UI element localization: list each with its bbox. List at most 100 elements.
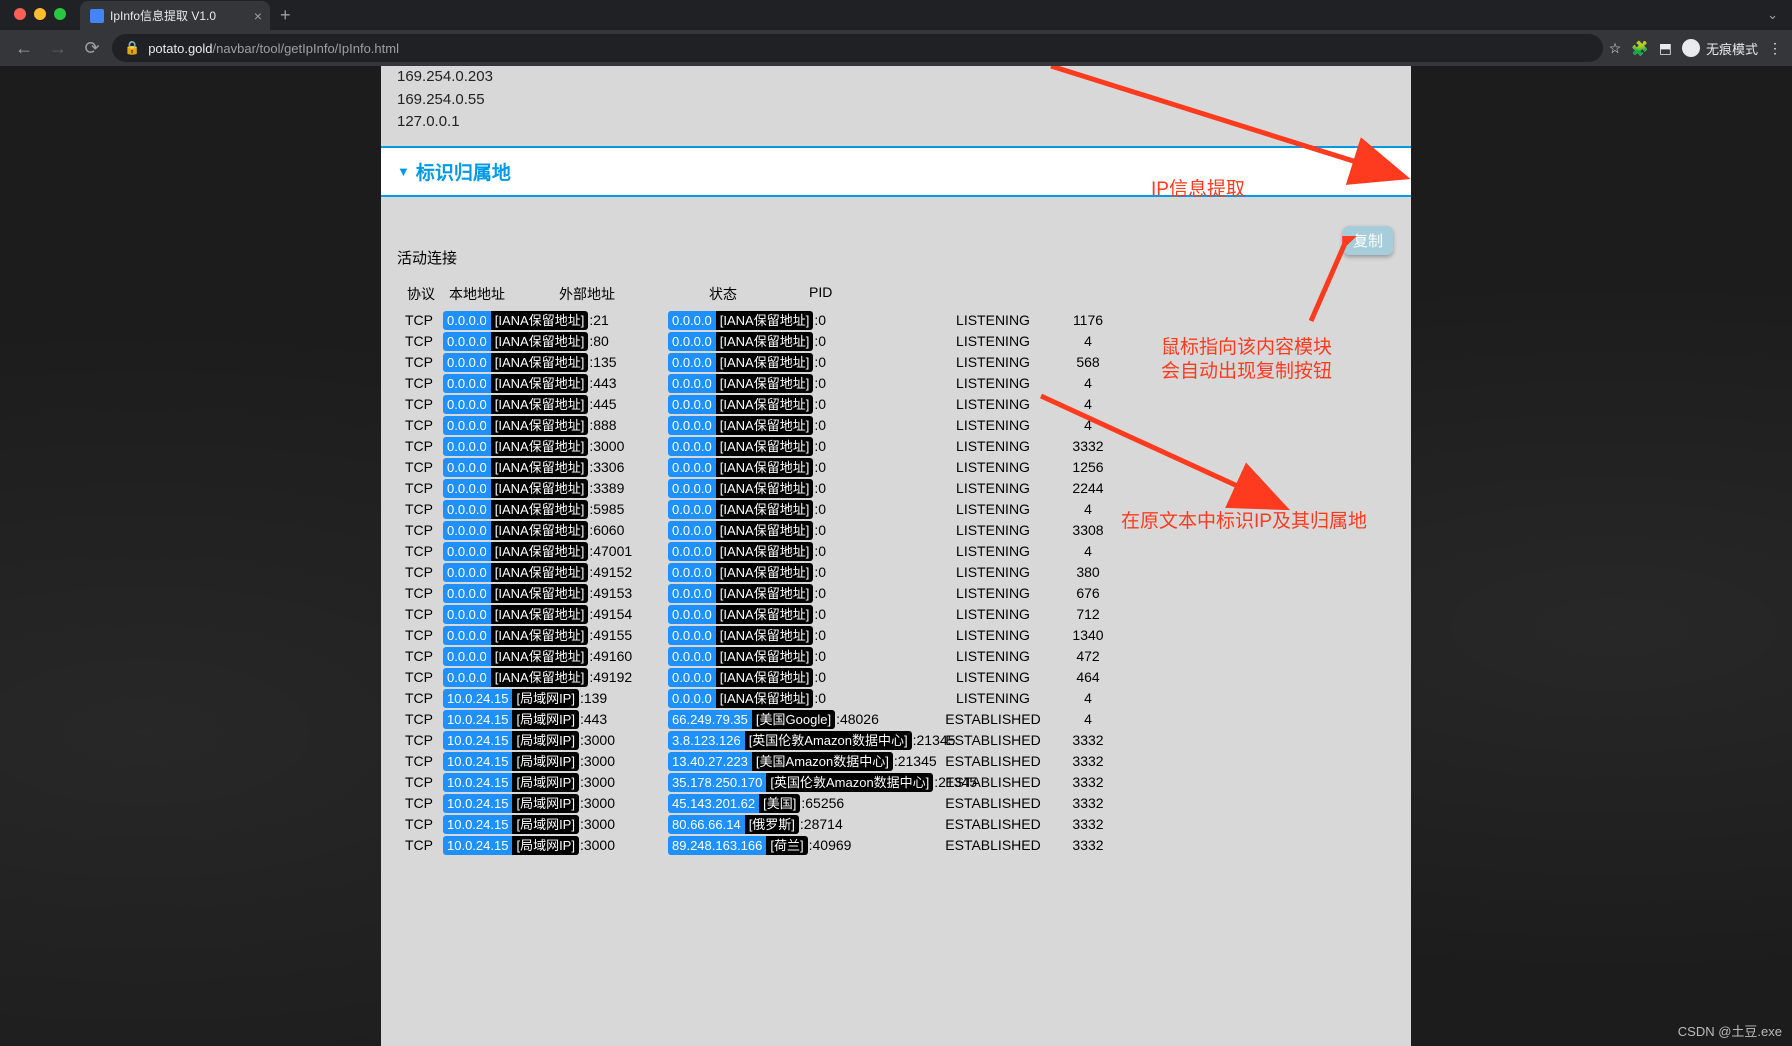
table-row: TCP0.0.0.0[IANA保留地址]:33890.0.0.0[IANA保留地… [397,478,1395,499]
cell-pid: 380 [1053,562,1123,583]
table-row: TCP0.0.0.0[IANA保留地址]:210.0.0.0[IANA保留地址]… [397,310,1395,331]
star-icon[interactable]: ☆ [1609,40,1622,57]
cell-local-port: :47001 [588,541,632,562]
location-tag: [IANA保留地址] [716,521,814,540]
ip-line: 127.0.0.1 [397,111,1395,134]
table-row: TCP0.0.0.0[IANA保留地址]:491920.0.0.0[IANA保留… [397,667,1395,688]
ip-tag: 0.0.0.0 [443,458,491,477]
cell-local-port: :3389 [588,478,624,499]
copy-button[interactable]: 复制 [1343,226,1393,255]
ip-tag: 0.0.0.0 [443,353,491,372]
cell-proto: TCP [397,331,443,352]
forward-button[interactable]: → [44,38,72,59]
incognito-icon [1682,39,1700,57]
cell-ext-port: :0 [813,394,826,415]
update-icon[interactable]: ⬒ [1659,40,1672,57]
url-field[interactable]: 🔒 potato.gold/navbar/tool/getIpInfo/IpIn… [112,34,1603,62]
cell-proto: TCP [397,541,443,562]
ip-tag: 89.248.163.166 [668,836,766,855]
table-row: TCP10.0.24.15[局域网IP]:300045.143.201.62[美… [397,793,1395,814]
cell-state: LISTENING [933,583,1053,604]
browser-tab[interactable]: IpInfo信息提取 V1.0 × [80,1,270,30]
ip-tag: 80.66.66.14 [668,815,745,834]
table-row: TCP10.0.24.15[局域网IP]:1390.0.0.0[IANA保留地址… [397,688,1395,709]
cell-pid: 3332 [1053,436,1123,457]
back-button[interactable]: ← [10,38,38,59]
cell-state: ESTABLISHED [933,835,1053,856]
location-tag: [IANA保留地址] [716,563,814,582]
menu-icon[interactable]: ⋮ [1768,40,1782,57]
ip-tag: 10.0.24.15 [443,710,512,729]
cell-proto: TCP [397,394,443,415]
cell-state: LISTENING [933,478,1053,499]
cell-state: LISTENING [933,646,1053,667]
table-row: TCP0.0.0.0[IANA保留地址]:491600.0.0.0[IANA保留… [397,646,1395,667]
ip-tag: 35.178.250.170 [668,773,766,792]
location-tag: [IANA保留地址] [716,458,814,477]
cell-ext-port: :0 [813,562,826,583]
cell-local-port: :49155 [588,625,632,646]
location-tag: [IANA保留地址] [716,584,814,603]
cell-state: LISTENING [933,310,1053,331]
location-tag: [IANA保留地址] [491,521,589,540]
cell-proto: TCP [397,352,443,373]
accordion-header[interactable]: ▼ 标识归属地 [381,146,1411,197]
cell-ext-port: :0 [813,499,826,520]
maximize-icon[interactable] [54,8,66,20]
annotation-1: IP信息提取 [1151,174,1245,201]
cell-ext-port: :0 [813,604,826,625]
cell-pid: 4 [1053,688,1123,709]
reload-button[interactable]: ⟳ [78,38,106,59]
location-tag: [英国伦敦Amazon数据中心] [766,773,933,792]
table-row: TCP0.0.0.0[IANA保留地址]:491550.0.0.0[IANA保留… [397,625,1395,646]
ip-tag: 3.8.123.126 [668,731,745,750]
cell-proto: TCP [397,835,443,856]
location-tag: [IANA保留地址] [716,647,814,666]
tab-close-icon[interactable]: × [254,8,262,24]
location-tag: [局域网IP] [512,815,579,834]
new-tab-button[interactable]: + [270,1,301,30]
cell-proto: TCP [397,688,443,709]
content-title: 活动连接 [397,247,1395,268]
location-tag: [IANA保留地址] [716,332,814,351]
cell-pid: 3332 [1053,814,1123,835]
table-row: TCP10.0.24.15[局域网IP]:30003.8.123.126[英国伦… [397,730,1395,751]
ip-tag: 0.0.0.0 [668,458,716,477]
table-row: TCP0.0.0.0[IANA保留地址]:491530.0.0.0[IANA保留… [397,583,1395,604]
location-tag: [局域网IP] [512,752,579,771]
ip-tag: 0.0.0.0 [668,563,716,582]
location-tag: [局域网IP] [512,710,579,729]
chevron-down-icon[interactable]: ⌄ [1767,7,1778,23]
close-icon[interactable] [14,8,26,20]
ip-tag: 0.0.0.0 [443,668,491,687]
url-path: /navbar/tool/getIpInfo/IpInfo.html [213,41,399,56]
cell-proto: TCP [397,604,443,625]
ip-line: 169.254.0.203 [397,66,1395,89]
cell-local-port: :3000 [588,436,624,457]
cell-local-port: :3000 [579,751,615,772]
ip-tag: 0.0.0.0 [443,521,491,540]
cell-state: LISTENING [933,394,1053,415]
location-tag: [局域网IP] [512,731,579,750]
location-tag: [IANA保留地址] [491,626,589,645]
table-row: TCP10.0.24.15[局域网IP]:300089.248.163.166[… [397,835,1395,856]
cell-state: ESTABLISHED [933,772,1053,793]
cell-ext-port: :0 [813,583,826,604]
th-local: 本地地址 [449,284,559,304]
table-row: TCP0.0.0.0[IANA保留地址]:470010.0.0.0[IANA保留… [397,541,1395,562]
table-header: 协议 本地地址 外部地址 状态 PID [397,284,1395,304]
extensions-icon[interactable]: 🧩 [1631,40,1648,57]
location-tag: [IANA保留地址] [491,605,589,624]
cell-local-port: :49154 [588,604,632,625]
location-tag: [俄罗斯] [745,815,799,834]
cell-local-port: :3000 [579,730,615,751]
cell-proto: TCP [397,373,443,394]
cell-state: LISTENING [933,667,1053,688]
location-tag: [局域网IP] [512,836,579,855]
table-row: TCP0.0.0.0[IANA保留地址]:4450.0.0.0[IANA保留地址… [397,394,1395,415]
minimize-icon[interactable] [34,8,46,20]
location-tag: [IANA保留地址] [491,563,589,582]
location-tag: [IANA保留地址] [491,353,589,372]
cell-local-port: :445 [588,394,616,415]
table-row: TCP10.0.24.15[局域网IP]:300080.66.66.14[俄罗斯… [397,814,1395,835]
